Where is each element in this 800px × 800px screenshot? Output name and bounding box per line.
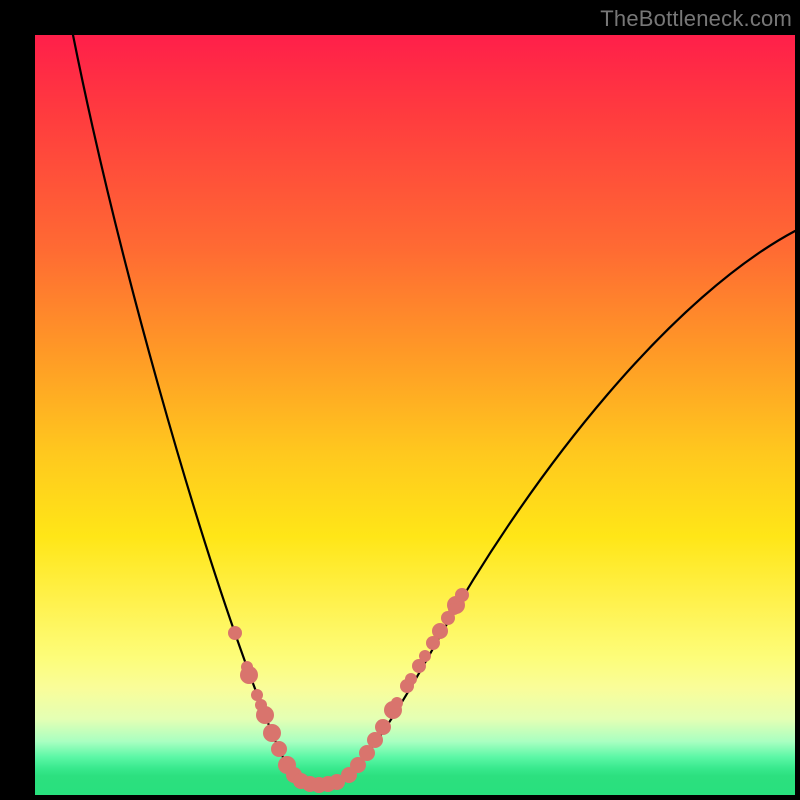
data-dot (391, 697, 403, 709)
plot-area (35, 35, 795, 795)
chart-frame: TheBottleneck.com (0, 0, 800, 800)
data-dot (228, 626, 242, 640)
curve-layer (35, 35, 795, 795)
watermark-text: TheBottleneck.com (600, 6, 792, 32)
data-dot (240, 666, 258, 684)
data-dot (448, 603, 460, 615)
curve-left-branch (73, 35, 303, 782)
data-dot (432, 623, 448, 639)
data-dot (405, 673, 417, 685)
data-dot (375, 719, 391, 735)
curve-right-branch (337, 231, 795, 782)
data-dot (455, 588, 469, 602)
data-dot (419, 650, 431, 662)
data-dot (271, 741, 287, 757)
dots-group (228, 588, 469, 793)
data-dot (263, 724, 281, 742)
curves-group (73, 35, 795, 784)
data-dot (256, 706, 274, 724)
